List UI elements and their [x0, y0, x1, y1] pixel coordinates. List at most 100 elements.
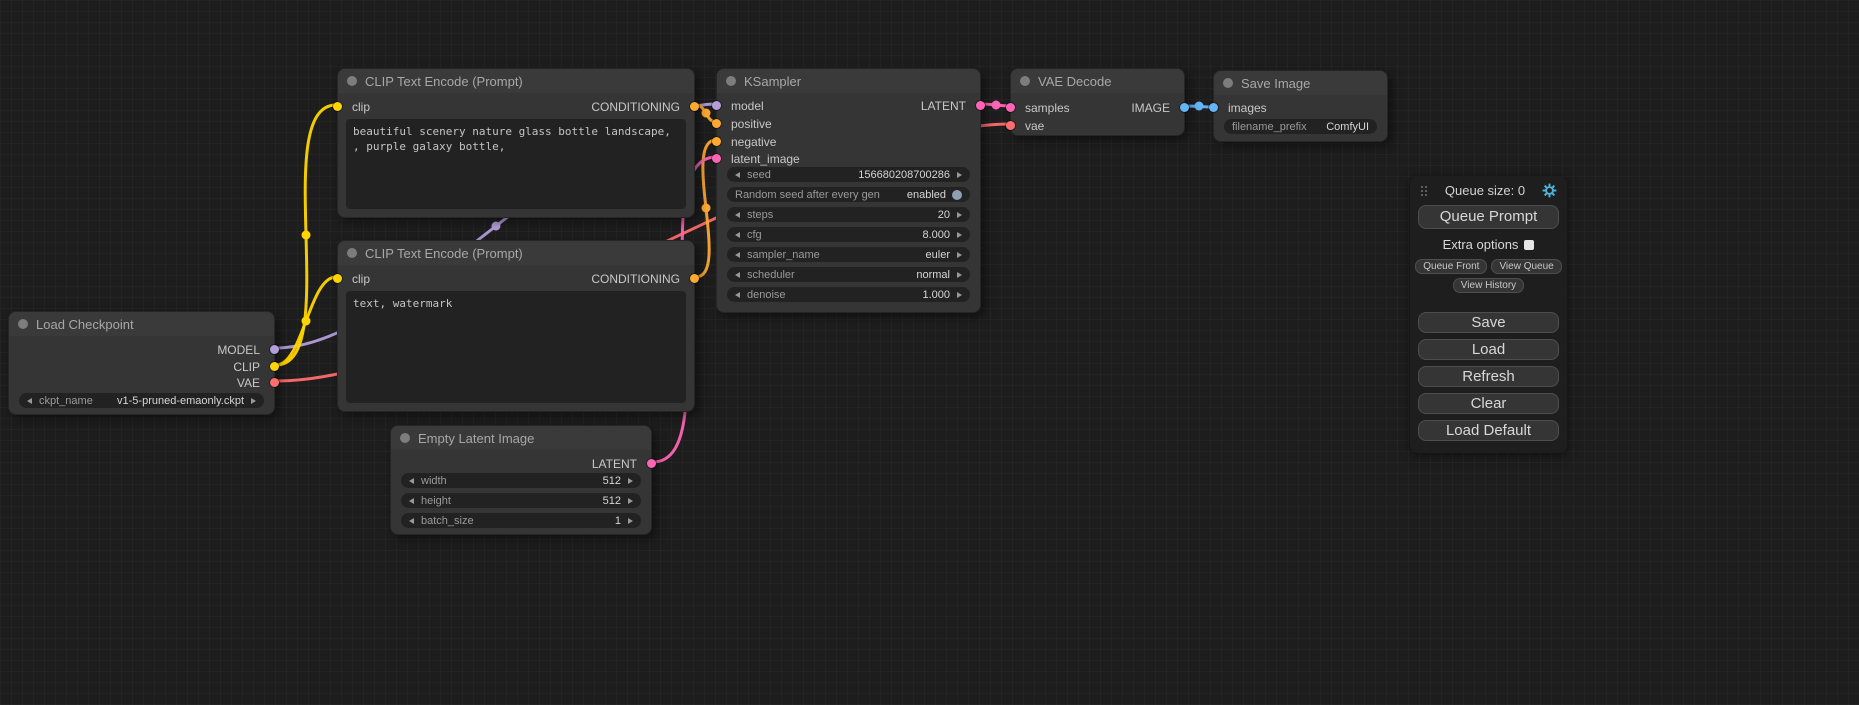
decrement-arrow-icon[interactable]: [735, 212, 740, 218]
widget-ckpt-name[interactable]: ckpt_name v1-5-pruned-emaonly.ckpt: [19, 393, 264, 408]
graph-canvas[interactable]: Load Checkpoint MODEL CLIP VAE ckpt_name…: [0, 0, 1859, 705]
extra-options-row: Extra options: [1418, 237, 1559, 252]
increment-arrow-icon[interactable]: [957, 232, 962, 238]
output-dot-vae[interactable]: [270, 378, 279, 387]
widget-seed[interactable]: seed 156680208700286: [727, 167, 970, 182]
widget-batch-size[interactable]: batch_size 1: [401, 513, 641, 528]
queue-buttons-row: Queue Front View Queue: [1418, 259, 1559, 274]
widget-value: 512: [603, 475, 621, 487]
widget-cfg[interactable]: cfg 8.000: [727, 227, 970, 242]
prompt-text-area[interactable]: text, watermark: [346, 291, 686, 403]
decrement-arrow-icon[interactable]: [409, 478, 414, 484]
save-button[interactable]: Save: [1418, 312, 1559, 333]
widget-height[interactable]: height 512: [401, 493, 641, 508]
queue-front-button[interactable]: Queue Front: [1415, 259, 1487, 274]
input-dot-positive[interactable]: [712, 119, 721, 128]
prompt-text-area[interactable]: beautiful scenery nature glass bottle la…: [346, 119, 686, 209]
decrement-arrow-icon[interactable]: [735, 252, 740, 258]
widget-value: ComfyUI: [1326, 121, 1369, 133]
slot-label: vae: [1025, 119, 1044, 133]
drag-handle-icon[interactable]: [1420, 185, 1428, 197]
slot-label: positive: [731, 117, 772, 131]
node-title-bar[interactable]: Save Image: [1214, 71, 1387, 95]
widget-name: scheduler: [747, 269, 795, 281]
widget-name: sampler_name: [747, 249, 820, 261]
input-dot-negative[interactable]: [712, 137, 721, 146]
decrement-arrow-icon[interactable]: [735, 272, 740, 278]
widget-random-seed-toggle[interactable]: Random seed after every gen enabled: [727, 187, 970, 202]
collapse-dot-icon[interactable]: [1223, 78, 1233, 88]
increment-arrow-icon[interactable]: [957, 172, 962, 178]
output-dot-conditioning[interactable]: [690, 274, 699, 283]
collapse-dot-icon[interactable]: [18, 319, 28, 329]
node-clip-text-encode-positive[interactable]: CLIP Text Encode (Prompt) clip CONDITION…: [337, 68, 695, 218]
input-dot-images[interactable]: [1209, 103, 1218, 112]
increment-arrow-icon[interactable]: [628, 478, 633, 484]
extra-options-checkbox[interactable]: [1524, 240, 1534, 250]
increment-arrow-icon[interactable]: [957, 272, 962, 278]
widget-steps[interactable]: steps 20: [727, 207, 970, 222]
decrement-arrow-icon[interactable]: [27, 398, 32, 404]
collapse-dot-icon[interactable]: [400, 433, 410, 443]
node-load-checkpoint[interactable]: Load Checkpoint MODEL CLIP VAE ckpt_name…: [8, 311, 275, 415]
widget-width[interactable]: width 512: [401, 473, 641, 488]
view-history-button[interactable]: View History: [1453, 278, 1524, 293]
decrement-arrow-icon[interactable]: [735, 292, 740, 298]
output-dot-clip[interactable]: [270, 362, 279, 371]
output-dot-conditioning[interactable]: [690, 102, 699, 111]
input-dot-latent-image[interactable]: [712, 154, 721, 163]
widget-value: 512: [603, 495, 621, 507]
load-button[interactable]: Load: [1418, 339, 1559, 360]
widget-scheduler[interactable]: scheduler normal: [727, 267, 970, 282]
node-save-image[interactable]: Save Image images filename_prefix ComfyU…: [1213, 70, 1388, 142]
decrement-arrow-icon[interactable]: [735, 172, 740, 178]
widget-value: 8.000: [922, 229, 950, 241]
toggle-knob-icon[interactable]: [952, 190, 962, 200]
collapse-dot-icon[interactable]: [1020, 76, 1030, 86]
node-title-bar[interactable]: CLIP Text Encode (Prompt): [338, 241, 694, 265]
node-ksampler[interactable]: KSampler model LATENT positive negative …: [716, 68, 981, 313]
output-dot-latent[interactable]: [976, 101, 985, 110]
node-vae-decode[interactable]: VAE Decode samples IMAGE vae: [1010, 68, 1185, 136]
queue-prompt-button[interactable]: Queue Prompt: [1418, 205, 1559, 229]
input-dot-vae[interactable]: [1006, 121, 1015, 130]
node-clip-text-encode-negative[interactable]: CLIP Text Encode (Prompt) clip CONDITION…: [337, 240, 695, 412]
increment-arrow-icon[interactable]: [628, 498, 633, 504]
output-slot-clip: CLIP: [9, 358, 274, 375]
widget-value: 1: [615, 515, 621, 527]
view-queue-button[interactable]: View Queue: [1491, 259, 1561, 274]
decrement-arrow-icon[interactable]: [409, 498, 414, 504]
node-title-bar[interactable]: CLIP Text Encode (Prompt): [338, 69, 694, 93]
node-empty-latent-image[interactable]: Empty Latent Image LATENT width 512 heig…: [390, 425, 652, 535]
slot-label: MODEL: [217, 343, 260, 357]
output-dot-model[interactable]: [270, 345, 279, 354]
output-dot-latent[interactable]: [647, 459, 656, 468]
widget-sampler-name[interactable]: sampler_name euler: [727, 247, 970, 262]
widget-value: enabled: [907, 189, 946, 201]
menu-panel: Queue size: 0 Queue Prompt Extra options…: [1410, 176, 1567, 453]
increment-arrow-icon[interactable]: [251, 398, 256, 404]
node-title-bar[interactable]: KSampler: [717, 69, 980, 93]
increment-arrow-icon[interactable]: [628, 518, 633, 524]
refresh-button[interactable]: Refresh: [1418, 366, 1559, 387]
decrement-arrow-icon[interactable]: [735, 232, 740, 238]
widget-denoise[interactable]: denoise 1.000: [727, 287, 970, 302]
widget-value: euler: [926, 249, 950, 261]
widget-filename-prefix[interactable]: filename_prefix ComfyUI: [1224, 119, 1377, 134]
increment-arrow-icon[interactable]: [957, 212, 962, 218]
node-title-bar[interactable]: VAE Decode: [1011, 69, 1184, 93]
node-title: Load Checkpoint: [36, 317, 134, 332]
collapse-dot-icon[interactable]: [726, 76, 736, 86]
output-dot-image[interactable]: [1180, 103, 1189, 112]
increment-arrow-icon[interactable]: [957, 292, 962, 298]
increment-arrow-icon[interactable]: [957, 252, 962, 258]
settings-gear-icon[interactable]: [1542, 183, 1557, 198]
node-title-bar[interactable]: Load Checkpoint: [9, 312, 274, 336]
widget-name: batch_size: [421, 515, 474, 527]
decrement-arrow-icon[interactable]: [409, 518, 414, 524]
collapse-dot-icon[interactable]: [347, 76, 357, 86]
node-title-bar[interactable]: Empty Latent Image: [391, 426, 651, 450]
load-default-button[interactable]: Load Default: [1418, 420, 1559, 441]
clear-button[interactable]: Clear: [1418, 393, 1559, 414]
collapse-dot-icon[interactable]: [347, 248, 357, 258]
